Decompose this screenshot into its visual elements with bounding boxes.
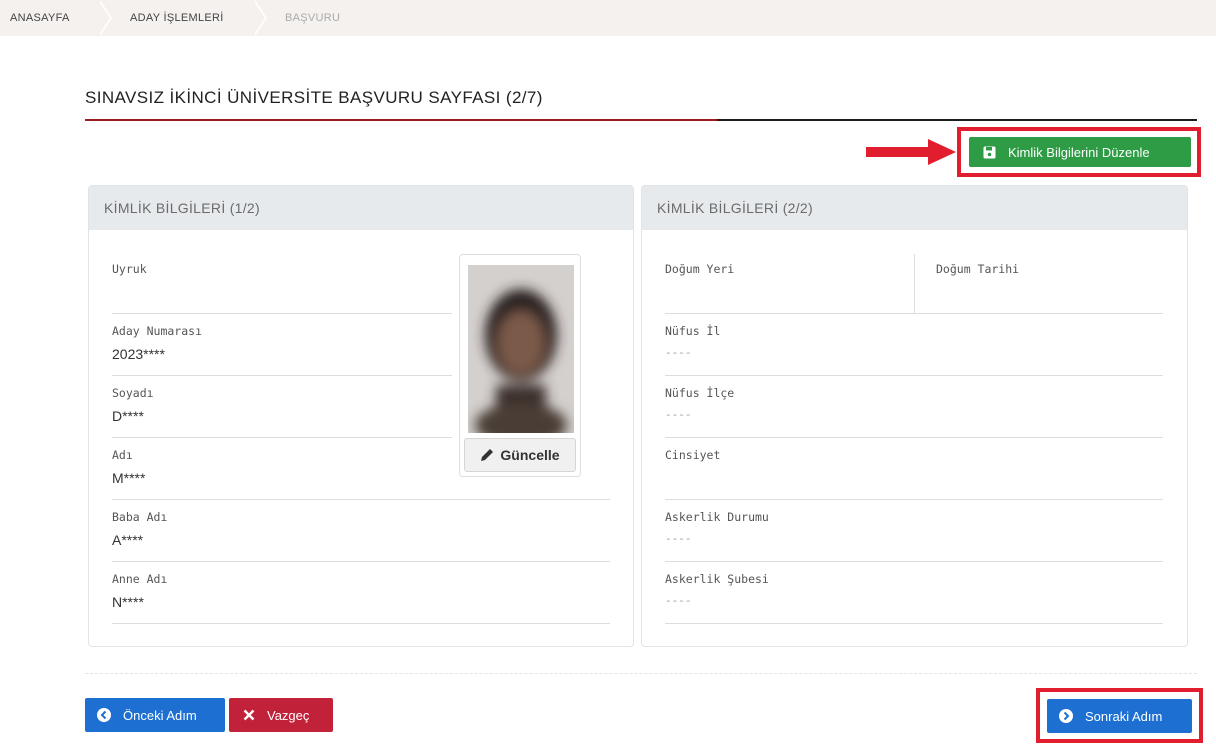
close-icon (243, 709, 255, 721)
breadcrumb-candidate-operations[interactable]: ADAY İŞLEMLERİ (100, 0, 267, 36)
field-value: D**** (112, 408, 144, 424)
update-photo-button[interactable]: Güncelle (464, 438, 576, 472)
field-candidate-number: Aday Numarası 2023**** (112, 324, 452, 376)
field-value: ---- (665, 408, 692, 421)
page-title: SINAVSIZ İKİNCİ ÜNİVERSİTE BAŞVURU SAYFA… (85, 88, 543, 107)
field-mother-name: Anne Adı N**** (112, 572, 610, 624)
circle-arrow-left-icon (97, 708, 111, 722)
field-label: Doğum Yeri (665, 262, 735, 276)
pencil-icon (480, 448, 494, 462)
next-step-highlight: Sonraki Adım (1036, 688, 1203, 743)
field-label: Soyadı (112, 386, 154, 400)
candidate-photo (468, 265, 574, 433)
next-step-button[interactable]: Sonraki Adım (1047, 699, 1192, 733)
field-label: Nüfus İl (665, 324, 721, 338)
breadcrumb: ANASAYFA ADAY İŞLEMLERİ BAŞVURU (0, 0, 1216, 36)
field-father-name: Baba Adı A**** (112, 510, 610, 562)
field-value: ---- (665, 532, 692, 545)
field-registry-province: Nüfus İl ---- (665, 324, 1163, 376)
breadcrumb-candidate-operations-label: ADAY İŞLEMLERİ (130, 12, 224, 24)
title-divider (85, 119, 1197, 121)
footer-divider (85, 673, 1197, 674)
field-nationality: Uyruk (112, 262, 452, 314)
field-gender: Cinsiyet (665, 448, 1163, 500)
field-label: Adı (112, 448, 133, 462)
field-label: Askerlik Şubesi (665, 572, 769, 586)
photo-card: Güncelle (459, 254, 581, 477)
field-value: ---- (665, 346, 692, 359)
edit-identity-highlight: Kimlik Bilgilerini Düzenle (957, 127, 1201, 177)
identity-panel-2-heading: KİMLİK BİLGİLERİ (2/2) (642, 186, 1187, 230)
update-photo-label: Güncelle (500, 447, 560, 463)
circle-arrow-right-icon (1059, 709, 1073, 723)
breadcrumb-home[interactable]: ANASAYFA (0, 0, 112, 36)
cancel-button[interactable]: Vazgeç (229, 698, 333, 732)
field-label: Aday Numarası (112, 324, 203, 338)
cancel-label: Vazgeç (267, 707, 310, 723)
breadcrumb-application-label: BAŞVURU (285, 12, 341, 24)
field-value: 2023**** (112, 346, 165, 362)
save-icon (983, 146, 996, 159)
field-military-branch: Askerlik Şubesi ---- (665, 572, 1163, 624)
next-step-label: Sonraki Adım (1085, 708, 1163, 724)
identity-panel-2: KİMLİK BİLGİLERİ (2/2) Doğum Yeri Doğum … (641, 185, 1188, 647)
field-label: Nüfus İlçe (665, 386, 735, 400)
breadcrumb-application: BAŞVURU (255, 0, 375, 36)
previous-step-label: Önceki Adım (123, 707, 197, 723)
red-arrow-icon (866, 139, 956, 165)
edit-identity-button[interactable]: Kimlik Bilgilerini Düzenle (969, 137, 1191, 167)
identity-panel-1-heading: KİMLİK BİLGİLERİ (1/2) (89, 186, 633, 230)
field-surname: Soyadı D**** (112, 386, 452, 438)
identity-panel-1: KİMLİK BİLGİLERİ (1/2) Uyruk Aday Numara… (88, 185, 634, 647)
field-value: M**** (112, 470, 146, 486)
breadcrumb-home-label: ANASAYFA (10, 12, 70, 24)
field-label: Uyruk (112, 262, 147, 276)
birth-row: Doğum Yeri Doğum Tarihi (665, 254, 1163, 314)
field-label: Baba Adı (112, 510, 168, 524)
field-label: Askerlik Durumu (665, 510, 769, 524)
field-value: N**** (112, 594, 144, 610)
field-label: Doğum Tarihi (936, 262, 1020, 276)
edit-identity-label: Kimlik Bilgilerini Düzenle (1008, 144, 1150, 160)
field-label: Anne Adı (112, 572, 168, 586)
field-value: ---- (665, 594, 692, 607)
field-label: Cinsiyet (665, 448, 721, 462)
field-registry-district: Nüfus İlçe ---- (665, 386, 1163, 438)
previous-step-button[interactable]: Önceki Adım (85, 698, 225, 732)
field-divider (914, 254, 915, 314)
field-military-status: Askerlik Durumu ---- (665, 510, 1163, 562)
field-value: A**** (112, 532, 144, 548)
